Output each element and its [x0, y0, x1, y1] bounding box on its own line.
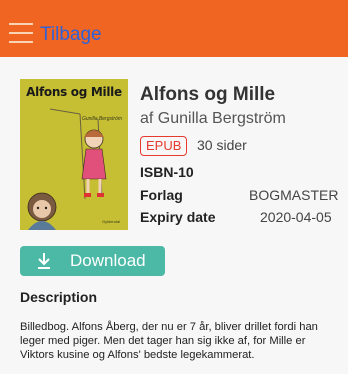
book-title: Alfons og Mille [140, 84, 276, 105]
book-author: af Gunilla Bergström [140, 110, 286, 127]
download-button[interactable]: Download [20, 246, 165, 276]
download-icon [38, 253, 50, 269]
publisher-label: Forlag [140, 187, 183, 203]
cover-author: Gunilla Bergström [81, 116, 122, 122]
expiry-date-label: Expiry date [140, 209, 216, 225]
expiry-date-value: 2020-04-05 [260, 209, 332, 225]
hamburger-menu-icon[interactable] [9, 23, 33, 45]
isbn-label: ISBN-10 [140, 164, 194, 180]
publisher-value: BOGMASTER [249, 187, 339, 203]
top-bar: Tilbage [0, 0, 348, 57]
download-label: Download [70, 251, 146, 270]
cover-publisher: Gyldendal [101, 219, 120, 224]
cover-illustration [20, 79, 128, 230]
description-heading: Description [20, 289, 98, 305]
description-text: Billedbog. Alfons Åberg, der nu er 7 år,… [20, 321, 318, 361]
format-badge: EPUB [140, 136, 188, 156]
back-button[interactable]: Tilbage [40, 22, 102, 48]
book-cover-image: Alfons og Mille Gunilla Bergström Gylden… [20, 79, 128, 230]
page-count: 30 sider [197, 137, 247, 153]
cover-title: Alfons og Mille [26, 85, 122, 99]
